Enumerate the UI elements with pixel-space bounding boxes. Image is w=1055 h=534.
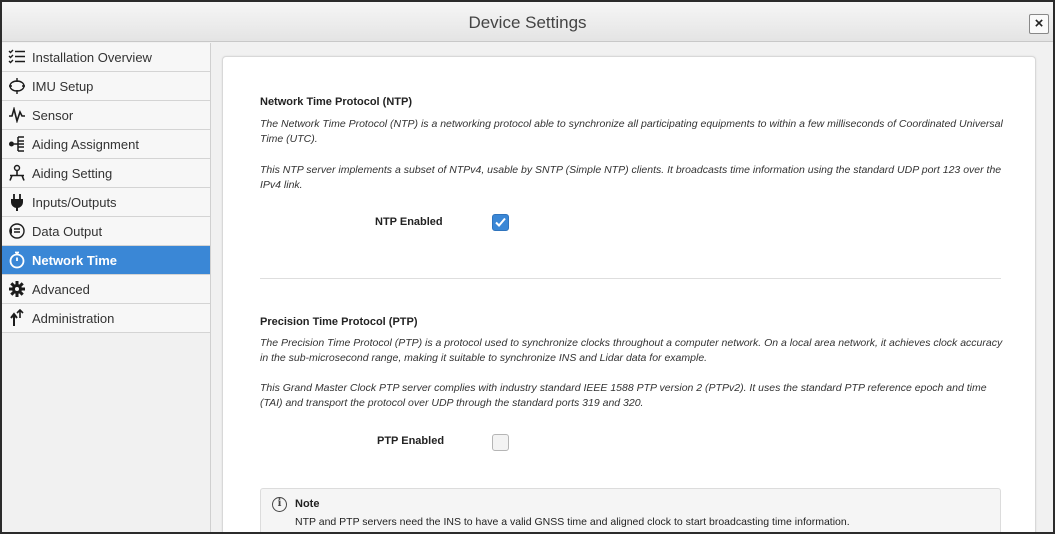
sidebar-item-aiding-assignment[interactable]: Aiding Assignment — [2, 130, 210, 159]
checklist-icon — [7, 47, 27, 67]
note-text: NTP and PTP servers need the INS to have… — [295, 516, 850, 528]
ptp-server-description: This Grand Master Clock PTP server compl… — [260, 382, 987, 409]
plug-icon — [7, 192, 27, 212]
ntp-server-description: This NTP server implements a subset of N… — [260, 164, 1002, 191]
window-title: Device Settings — [468, 13, 587, 32]
gear-icon — [7, 279, 27, 299]
info-icon: i — [272, 497, 287, 512]
sidebar-item-data-output[interactable]: Data Output — [2, 217, 210, 246]
sidebar-item-label: Data Output — [32, 223, 103, 239]
section-divider — [260, 278, 1001, 279]
sidebar-item-label: IMU Setup — [32, 78, 94, 94]
ntp-enabled-label: NTP Enabled — [375, 216, 443, 228]
device-settings-window: Device Settings × Installation Overview … — [0, 0, 1055, 534]
sidebar-item-label: Inputs/Outputs — [32, 194, 117, 210]
sidebar-item-label: Network Time — [32, 252, 118, 268]
sidebar-item-label: Aiding Setting — [32, 165, 113, 181]
sidebar-item-inputs-outputs[interactable]: Inputs/Outputs — [2, 188, 210, 217]
sidebar-item-sensor[interactable]: Sensor — [2, 101, 210, 130]
sidebar-item-network-time[interactable]: Network Time — [2, 246, 210, 275]
sidebar-item-label: Aiding Assignment — [32, 136, 139, 152]
sidebar-item-installation-overview[interactable]: Installation Overview — [2, 43, 210, 72]
sidebar-item-label: Advanced — [32, 281, 90, 297]
stopwatch-icon — [7, 250, 27, 270]
sidebar-item-aiding-setting[interactable]: Aiding Setting — [2, 159, 210, 188]
settings-panel: Network Time Protocol (NTP) The Network … — [222, 56, 1036, 532]
close-button[interactable]: × — [1029, 14, 1049, 34]
ntp-description: The Network Time Protocol (NTP) is a net… — [260, 118, 1003, 145]
sidebar-item-administration[interactable]: Administration — [2, 304, 210, 333]
note-title: Note — [295, 498, 320, 510]
waveform-icon — [7, 105, 27, 125]
ntp-enabled-checkbox[interactable] — [492, 214, 509, 231]
assignment-icon — [7, 134, 27, 154]
ptp-section-title: Precision Time Protocol (PTP) — [260, 316, 418, 328]
ntp-section-title: Network Time Protocol (NTP) — [260, 96, 412, 108]
sidebar-item-advanced[interactable]: Advanced — [2, 275, 210, 304]
antenna-setting-icon — [7, 163, 27, 183]
sidebar-item-label: Installation Overview — [32, 49, 152, 65]
ptp-description: The Precision Time Protocol (PTP) is a p… — [260, 337, 1003, 364]
ptp-enabled-label: PTP Enabled — [377, 435, 445, 447]
checkmark-icon — [495, 217, 506, 227]
note-box: i Note NTP and PTP servers need the INS … — [260, 488, 1001, 532]
ptp-enabled-checkbox[interactable] — [492, 434, 509, 451]
admin-icon — [7, 308, 27, 328]
sidebar-item-imu-setup[interactable]: IMU Setup — [2, 72, 210, 101]
imu-icon — [7, 76, 27, 96]
data-output-icon — [7, 221, 27, 241]
title-bar: Device Settings × — [2, 2, 1053, 42]
sidebar: Installation Overview IMU Setup Sensor A… — [2, 43, 211, 532]
sidebar-item-label: Administration — [32, 310, 115, 326]
sidebar-item-label: Sensor — [32, 107, 74, 123]
